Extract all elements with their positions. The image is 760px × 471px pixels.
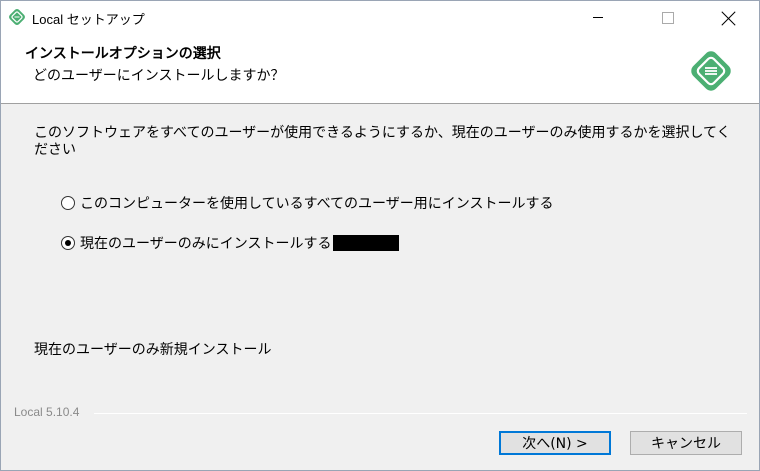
window-title: Local セットアップ xyxy=(32,12,145,27)
minimize-icon xyxy=(593,17,603,18)
version-separator: Local 5.10.4 xyxy=(14,405,747,419)
page-title: インストールオプションの選択 xyxy=(25,46,221,62)
local-logo-icon xyxy=(691,51,731,91)
separator-line xyxy=(94,413,747,414)
wizard-header: インストールオプションの選択 どのユーザーにインストールしますか？ xyxy=(1,34,759,104)
radio-checked-icon[interactable] xyxy=(61,236,75,250)
minimize-button[interactable] xyxy=(575,1,621,34)
maximize-icon xyxy=(662,11,674,24)
redacted-block xyxy=(333,235,400,251)
local-logo-icon xyxy=(9,9,25,25)
next-button[interactable]: 次へ(N) > xyxy=(499,431,611,455)
close-icon xyxy=(722,11,736,25)
close-button[interactable] xyxy=(706,1,752,34)
wizard-body: このソフトウェアをすべてのユーザーが使用できるようにするか、現在のユーザーのみ使… xyxy=(1,105,759,471)
version-label: Local 5.10.4 xyxy=(14,405,84,419)
radio-current-user-label[interactable]: 現在のユーザーのみにインストールする xyxy=(80,233,331,253)
cancel-button[interactable]: キャンセル xyxy=(630,431,742,455)
radio-all-users-label[interactable]: このコンピューターを使用しているすべてのユーザー用にインストールする xyxy=(80,193,553,213)
maximize-button[interactable] xyxy=(645,1,691,34)
setup-window: Local セットアップ インストールオプションの選択 どのユーザーにインストー… xyxy=(0,0,760,471)
title-bar: Local セットアップ xyxy=(1,1,759,34)
install-mode-status: 現在のユーザーのみ新規インストール xyxy=(34,342,272,358)
description-text: このソフトウェアをすべてのユーザーが使用できるようにするか、現在のユーザーのみ使… xyxy=(34,125,731,158)
page-subtitle: どのユーザーにインストールしますか？ xyxy=(33,68,285,84)
radio-all-users[interactable]: このコンピューターを使用しているすべてのユーザー用にインストールする xyxy=(61,193,553,213)
radio-current-user[interactable]: 現在のユーザーのみにインストールする xyxy=(61,233,400,253)
radio-unchecked-icon[interactable] xyxy=(61,196,75,210)
